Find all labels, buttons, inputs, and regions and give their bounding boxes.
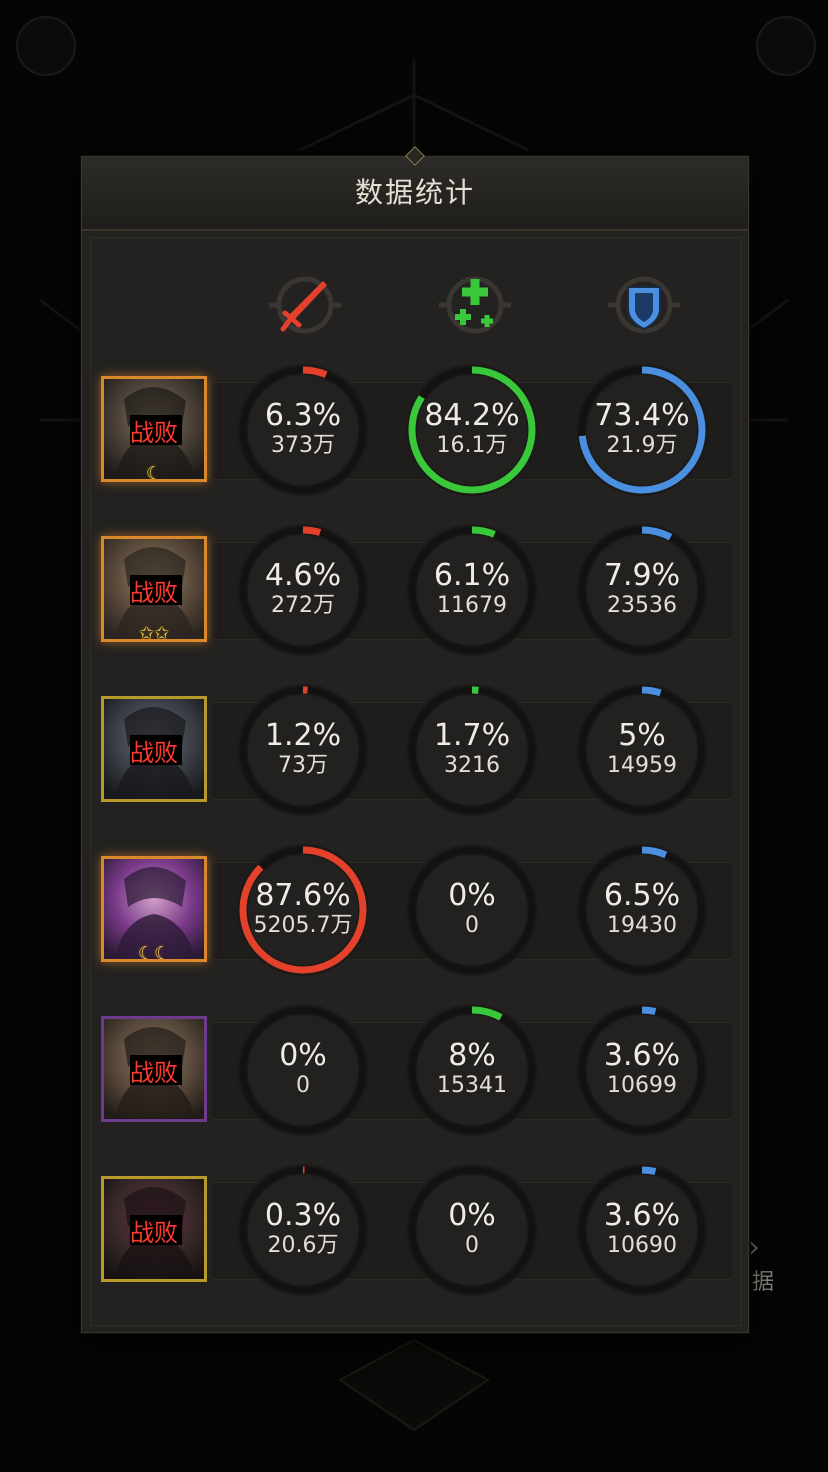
damage-ring: 0% 0 <box>235 1002 371 1138</box>
stat-value: 23536 <box>607 593 677 618</box>
hero-avatar[interactable]: ☾☾ <box>101 856 207 962</box>
heal-ring: 1.7% 3216 <box>404 682 540 818</box>
stat-value: 20.6万 <box>267 1233 339 1258</box>
defeat-label: 战败 <box>130 579 178 607</box>
shield-icon <box>608 276 680 334</box>
stat-percent: 6.5% <box>603 878 681 913</box>
stat-value: 16.1万 <box>436 433 508 458</box>
damage-ring: 87.6% 5205.7万 <box>235 842 371 978</box>
damage-ring: 4.6% 272万 <box>235 522 371 658</box>
shield-ring: 6.5% 19430 <box>574 842 710 978</box>
stats-panel: 数据统计 战败 ☾ 6.3% 373万 84.2% 16.1万 73.4% 21.9万 战败 ✩✩… <box>81 146 749 1333</box>
heal-plus-icon <box>439 276 511 334</box>
heal-ring: 0% 0 <box>404 1162 540 1298</box>
stat-value: 373万 <box>271 433 335 458</box>
chevron-right-icon: › <box>748 1230 760 1265</box>
stat-percent: 4.6% <box>264 558 342 593</box>
stat-value: 11679 <box>437 593 507 618</box>
background-side-label: 据 <box>752 1270 775 1295</box>
panel-title: 数据统计 <box>354 176 475 209</box>
hero-avatar[interactable]: 战败 <box>101 1176 207 1282</box>
stat-value: 3216 <box>444 753 500 778</box>
panel-header: 数据统计 <box>82 146 748 231</box>
stat-percent: 6.3% <box>264 398 342 433</box>
stat-percent: 73.4% <box>594 398 690 433</box>
stat-percent: 3.6% <box>603 1038 681 1073</box>
stat-value: 21.9万 <box>606 433 678 458</box>
stat-percent: 7.9% <box>603 558 681 593</box>
stat-value: 272万 <box>271 593 335 618</box>
shield-ring: 3.6% 10690 <box>574 1162 710 1298</box>
stat-percent: 3.6% <box>603 1198 681 1233</box>
stat-value: 10699 <box>607 1073 677 1098</box>
stat-percent: 87.6% <box>255 878 351 913</box>
shield-ring: 3.6% 10699 <box>574 1002 710 1138</box>
shield-ring: 7.9% 23536 <box>574 522 710 658</box>
stat-value: 10690 <box>607 1233 677 1258</box>
damage-ring: 6.3% 373万 <box>235 362 371 498</box>
sword-icon <box>269 276 341 334</box>
top-right-button[interactable] <box>756 16 816 76</box>
heal-ring: 8% 15341 <box>404 1002 540 1138</box>
damage-ring: 0.3% 20.6万 <box>235 1162 371 1298</box>
stat-value: 14959 <box>607 753 677 778</box>
stat-percent: 8% <box>448 1038 496 1073</box>
stat-value: 0 <box>465 913 479 938</box>
stat-percent: 0% <box>448 1198 496 1233</box>
star-rank-badge: ☾☾ <box>137 943 171 962</box>
hero-avatar[interactable]: 战败 <box>101 1016 207 1122</box>
star-rank-badge: ☾ <box>145 463 163 482</box>
shield-ring: 73.4% 21.9万 <box>574 362 710 498</box>
star-rank-badge: ✩✩ <box>138 623 170 642</box>
stat-percent: 6.1% <box>433 558 511 593</box>
stat-value: 0 <box>465 1233 479 1258</box>
bottom-ornament-button[interactable] <box>350 1346 480 1432</box>
heal-ring: 84.2% 16.1万 <box>404 362 540 498</box>
heal-ring: 6.1% 11679 <box>404 522 540 658</box>
damage-ring: 1.2% 73万 <box>235 682 371 818</box>
stat-percent: 0% <box>279 1038 327 1073</box>
hero-avatar[interactable]: 战败 ☾ <box>101 376 207 482</box>
defeat-label: 战败 <box>130 1059 178 1087</box>
stat-value: 73万 <box>278 753 328 778</box>
stat-value: 15341 <box>437 1073 507 1098</box>
stat-percent: 0.3% <box>264 1198 342 1233</box>
stat-value: 0 <box>296 1073 310 1098</box>
hero-avatar[interactable]: 战败 <box>101 696 207 802</box>
shield-ring: 5% 14959 <box>574 682 710 818</box>
top-left-button[interactable] <box>16 16 76 76</box>
defeat-label: 战败 <box>130 419 178 447</box>
stat-value: 19430 <box>607 913 677 938</box>
stat-value: 5205.7万 <box>253 913 353 938</box>
defeat-label: 战败 <box>130 1219 178 1247</box>
hero-avatar[interactable]: 战败 ✩✩ <box>101 536 207 642</box>
stat-percent: 5% <box>618 718 666 753</box>
defeat-label: 战败 <box>130 739 178 767</box>
stat-percent: 0% <box>448 878 496 913</box>
heal-ring: 0% 0 <box>404 842 540 978</box>
stat-percent: 1.2% <box>264 718 342 753</box>
stat-percent: 1.7% <box>433 718 511 753</box>
stat-percent: 84.2% <box>424 398 520 433</box>
